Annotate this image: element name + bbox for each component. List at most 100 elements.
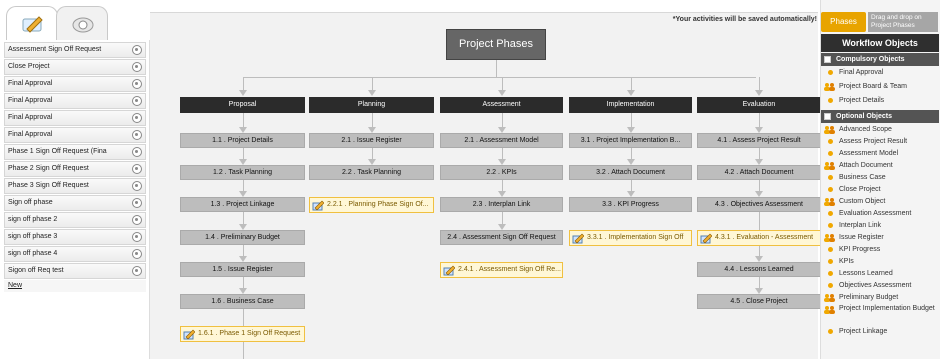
workflow-object-item[interactable]: Preliminary Budget [822,292,938,303]
connector-line [759,113,760,127]
phase-task[interactable]: 2.2 . Task Planning [309,165,434,180]
signoff-list-item-label: Phase 3 Sign Off Request [8,182,89,189]
gear-icon[interactable] [132,198,142,208]
phase-task[interactable]: 1.6 . Business Case [180,294,305,309]
workflow-object-item[interactable]: Custom Object [822,196,938,207]
gear-icon[interactable] [132,266,142,276]
signoff-list-item[interactable]: Close Project [4,59,146,75]
workflow-object-item[interactable]: Lessons Learned [822,268,938,279]
gear-icon[interactable] [132,79,142,89]
phase-task[interactable]: 1.3 . Project Linkage [180,197,305,212]
phase-task[interactable]: 2.1 . Assessment Model [440,133,563,148]
signoff-task[interactable]: 1.6.1 . Phase 1 Sign Off Request [180,326,305,342]
workflow-object-label: Project Board & Team [839,83,907,90]
workflow-icon [72,17,94,33]
phase-task[interactable]: 2.3 . Interplan Link [440,197,563,212]
signoff-list-item[interactable]: Sign off phase [4,195,146,211]
workflow-object-item[interactable]: Project Linkage [822,326,938,337]
phase-task[interactable]: 4.2 . Attach Document [697,165,821,180]
phase-header: Assessment [440,97,563,113]
workflow-object-item[interactable]: Project Board & Team [822,81,938,92]
signoff-list-item[interactable]: sign off phase 2 [4,212,146,228]
gear-icon[interactable] [132,62,142,72]
gear-icon[interactable] [132,45,142,55]
gear-icon[interactable] [132,181,142,191]
phase-task[interactable]: 3.2 . Attach Document [569,165,692,180]
signoff-list-item[interactable]: Sigon off Req test [4,263,146,279]
phase-task[interactable]: 1.1 . Project Details [180,133,305,148]
connector-line [372,113,373,127]
phases-button[interactable]: Phases [821,12,866,32]
workflow-object-item[interactable]: Close Project [822,184,938,195]
workflow-object-item[interactable]: Assess Project Result [822,136,938,147]
people-icon [824,293,835,302]
signoff-list-item[interactable]: Final Approval [4,110,146,126]
signoff-list-item[interactable]: Phase 1 Sign Off Request (Fina [4,144,146,160]
phase-task[interactable]: 4.1 . Assess Project Result [697,133,821,148]
signoff-list-item[interactable]: Final Approval [4,127,146,143]
gear-icon[interactable] [132,249,142,259]
signoff-list-item-label: Final Approval [8,97,53,104]
signoff-list-item[interactable]: Phase 3 Sign Off Request [4,178,146,194]
connector-line [631,113,632,127]
signoff-list-item[interactable]: Phase 2 Sign Off Request [4,161,146,177]
signoff-list-item-label: Sign off phase [8,199,53,206]
workflow-object-item[interactable]: Final Approval [822,67,938,78]
phase-task[interactable]: 1.2 . Task Planning [180,165,305,180]
new-link[interactable]: New [4,280,146,292]
gear-icon[interactable] [132,147,142,157]
connector-line [243,309,244,326]
optional-objects-header[interactable]: Optional Objects [821,110,939,123]
collapse-toggle[interactable] [824,56,831,63]
connector-line [243,77,244,91]
gear-icon[interactable] [132,130,142,140]
workflow-object-item[interactable]: Assessment Model [822,148,938,159]
collapse-toggle[interactable] [824,113,831,120]
workflow-object-item[interactable]: Project Details [822,95,938,106]
tab-workflow[interactable] [56,6,108,40]
workflow-object-label: Attach Document [839,162,893,169]
phase-task[interactable]: 2.1 . Issue Register [309,133,434,148]
gear-icon[interactable] [132,232,142,242]
tab-templates[interactable] [6,6,58,40]
phase-task[interactable]: 2.4 . Assessment Sign Off Request [440,230,563,245]
phase-task[interactable]: 1.5 . Issue Register [180,262,305,277]
workflow-object-item[interactable]: Issue Register [822,232,938,243]
phase-task[interactable]: 3.1 . Project Implementation B... [569,133,692,148]
gear-icon[interactable] [132,164,142,174]
signoff-list-item[interactable]: Final Approval [4,93,146,109]
workflow-object-item[interactable]: Business Case [822,172,938,183]
signoff-task[interactable]: 2.2.1 . Planning Phase Sign Of... [309,197,434,213]
workflow-object-item[interactable]: Attach Document [822,160,938,171]
signoff-task[interactable]: 2.4.1 . Assessment Sign Off Re... [440,262,563,278]
gear-icon[interactable] [132,96,142,106]
signoff-list-item[interactable]: sign off phase 4 [4,246,146,262]
arrow-icon [498,90,506,96]
workflow-object-item[interactable]: KPI Progress [822,244,938,255]
gear-icon[interactable] [132,215,142,225]
signoff-list-item[interactable]: Final Approval [4,76,146,92]
phase-header: Planning [309,97,434,113]
phase-task[interactable]: 2.2 . KPIs [440,165,563,180]
compulsory-objects-header[interactable]: Compulsory Objects [821,53,939,66]
signoff-list: Assessment Sign Off Request Close Project… [4,42,146,292]
signoff-list-item-label: Phase 2 Sign Off Request [8,165,89,172]
signoff-task[interactable]: 4.3.1 . Evaluation - Assessment [697,230,821,246]
signoff-list-item[interactable]: sign off phase 3 [4,229,146,245]
workflow-object-item[interactable]: KPIs [822,256,938,267]
workflow-object-item[interactable]: Project Implementation Budget [822,304,938,314]
workflow-object-item[interactable]: Evaluation Assessment [822,208,938,219]
workflow-object-item[interactable]: Advanced Scope [822,124,938,135]
phase-task[interactable]: 4.5 . Close Project [697,294,821,309]
phase-task[interactable]: 1.4 . Preliminary Budget [180,230,305,245]
signoff-list-item[interactable]: Assessment Sign Off Request [4,42,146,58]
workflow-object-item[interactable]: Interplan Link [822,220,938,231]
phase-task[interactable]: 4.3 . Objectives Assessment [697,197,821,212]
bullet-icon [828,98,833,103]
phase-task[interactable]: 3.3 . KPI Progress [569,197,692,212]
workflow-object-item[interactable]: Objectives Assessment [822,280,938,291]
phase-task[interactable]: 4.4 . Lessons Learned [697,262,821,277]
connector-line [243,277,244,288]
signoff-task[interactable]: 3.3.1 . Implementation Sign Off [569,230,692,246]
gear-icon[interactable] [132,113,142,123]
